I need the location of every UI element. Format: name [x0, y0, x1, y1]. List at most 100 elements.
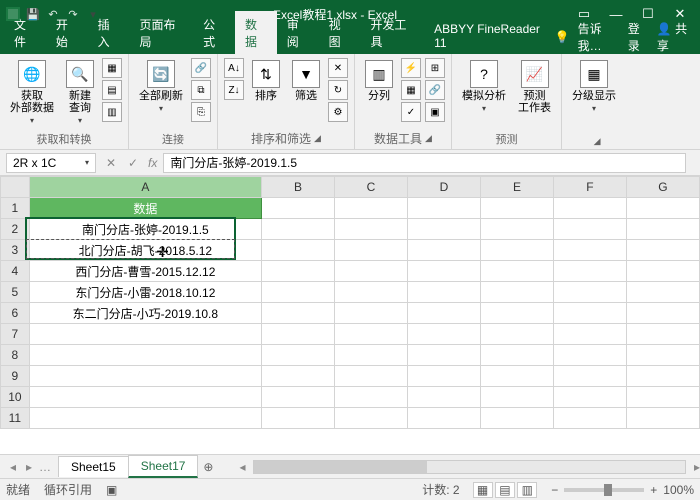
- col-header[interactable]: D: [407, 177, 480, 198]
- cell[interactable]: [480, 387, 553, 408]
- cell[interactable]: [480, 219, 553, 240]
- cell[interactable]: [480, 261, 553, 282]
- show-queries-icon[interactable]: ▦: [102, 58, 122, 78]
- normal-view-icon[interactable]: ▦: [473, 482, 493, 498]
- forecast-sheet-button[interactable]: 📈预测 工作表: [514, 58, 555, 116]
- tab-data[interactable]: 数据: [235, 11, 277, 54]
- cell[interactable]: [262, 240, 335, 261]
- cell[interactable]: [480, 324, 553, 345]
- row-header[interactable]: 2: [1, 219, 30, 240]
- cell[interactable]: [553, 387, 626, 408]
- dialog-launcher-icon[interactable]: ◢: [425, 133, 432, 144]
- cell[interactable]: [334, 261, 407, 282]
- properties-icon[interactable]: ⧉: [191, 80, 211, 100]
- dialog-launcher-icon[interactable]: ◢: [594, 136, 601, 147]
- cells-grid[interactable]: ABCDEFG1数据2南门分店-张婷-2019.1.53北门分店-胡飞-2018…: [0, 176, 700, 429]
- cell[interactable]: [29, 387, 261, 408]
- cell[interactable]: 西门分店-曹雪-2015.12.12: [29, 261, 261, 282]
- hscroll-right-icon[interactable]: ▸: [694, 460, 700, 474]
- save-icon[interactable]: 💾: [24, 5, 42, 23]
- cell[interactable]: [334, 303, 407, 324]
- col-header[interactable]: C: [334, 177, 407, 198]
- cell[interactable]: [262, 387, 335, 408]
- text-to-columns-button[interactable]: ▥分列: [361, 58, 397, 104]
- connections-icon[interactable]: 🔗: [191, 58, 211, 78]
- col-header[interactable]: F: [553, 177, 626, 198]
- cell[interactable]: [626, 261, 699, 282]
- zoom-in-icon[interactable]: +: [650, 483, 657, 497]
- cell[interactable]: [334, 408, 407, 429]
- cell[interactable]: [553, 408, 626, 429]
- tab-view[interactable]: 视图: [319, 11, 361, 54]
- cell[interactable]: [262, 219, 335, 240]
- zoom-value[interactable]: 100%: [663, 483, 694, 497]
- get-external-data-button[interactable]: 🌐获取 外部数据▾: [6, 58, 58, 127]
- refresh-all-button[interactable]: 🔄全部刷新▾: [135, 58, 187, 115]
- row-header[interactable]: 8: [1, 345, 30, 366]
- dialog-launcher-icon[interactable]: ◢: [314, 133, 321, 144]
- hscroll-left-icon[interactable]: ◂: [239, 460, 245, 474]
- cell[interactable]: [334, 345, 407, 366]
- cell[interactable]: [553, 219, 626, 240]
- cell[interactable]: [626, 324, 699, 345]
- zoom-slider[interactable]: [564, 488, 644, 492]
- sort-button[interactable]: ⇅排序: [248, 58, 284, 104]
- relationships-icon[interactable]: 🔗: [425, 80, 445, 100]
- col-header[interactable]: B: [262, 177, 335, 198]
- cell[interactable]: 北门分店-胡飞-2018.5.12: [29, 240, 261, 261]
- cell[interactable]: 东二门分店-小巧-2019.10.8: [29, 303, 261, 324]
- cell[interactable]: [626, 240, 699, 261]
- sign-in[interactable]: 登录: [628, 20, 649, 54]
- row-header[interactable]: 7: [1, 324, 30, 345]
- select-all[interactable]: [1, 177, 30, 198]
- cell[interactable]: [407, 240, 480, 261]
- cell[interactable]: [29, 366, 261, 387]
- name-box[interactable]: 2R x 1C▾: [6, 153, 96, 173]
- cell[interactable]: [262, 282, 335, 303]
- cell[interactable]: [262, 345, 335, 366]
- cell[interactable]: [626, 408, 699, 429]
- col-header[interactable]: G: [626, 177, 699, 198]
- sheet-tab[interactable]: Sheet17: [128, 455, 199, 478]
- from-table-icon[interactable]: ▤: [102, 80, 122, 100]
- cell[interactable]: [407, 324, 480, 345]
- cell[interactable]: [480, 345, 553, 366]
- recent-sources-icon[interactable]: ▥: [102, 102, 122, 122]
- row-header[interactable]: 1: [1, 198, 30, 219]
- cell[interactable]: [334, 219, 407, 240]
- row-header[interactable]: 3: [1, 240, 30, 261]
- cell[interactable]: [262, 408, 335, 429]
- sheet-more-icon[interactable]: …: [38, 460, 52, 474]
- tab-layout[interactable]: 页面布局: [129, 11, 193, 54]
- record-macro-icon[interactable]: ▣: [106, 483, 117, 497]
- cell[interactable]: [407, 198, 480, 219]
- share-button[interactable]: 👤 共享: [657, 20, 694, 54]
- row-header[interactable]: 6: [1, 303, 30, 324]
- cell[interactable]: [480, 408, 553, 429]
- edit-links-icon[interactable]: ⎘: [191, 102, 211, 122]
- cell[interactable]: [480, 366, 553, 387]
- consolidate-icon[interactable]: ⊞: [425, 58, 445, 78]
- cell[interactable]: [553, 198, 626, 219]
- cell[interactable]: [480, 240, 553, 261]
- cell[interactable]: [626, 282, 699, 303]
- tab-formulas[interactable]: 公式: [193, 11, 235, 54]
- cell[interactable]: [480, 303, 553, 324]
- advanced-icon[interactable]: ⚙: [328, 102, 348, 122]
- cell[interactable]: [262, 366, 335, 387]
- cell[interactable]: [480, 282, 553, 303]
- data-valid-icon[interactable]: ✓: [401, 102, 421, 122]
- page-layout-icon[interactable]: ▤: [495, 482, 515, 498]
- cell[interactable]: [407, 387, 480, 408]
- cell[interactable]: [626, 198, 699, 219]
- cell[interactable]: [407, 366, 480, 387]
- cell[interactable]: [626, 366, 699, 387]
- cell[interactable]: [334, 324, 407, 345]
- cell[interactable]: [29, 408, 261, 429]
- cell[interactable]: [407, 261, 480, 282]
- cell[interactable]: [553, 366, 626, 387]
- page-break-icon[interactable]: ▥: [517, 482, 537, 498]
- tab-developer[interactable]: 开发工具: [360, 11, 424, 54]
- cell[interactable]: [262, 303, 335, 324]
- sheet-first-icon[interactable]: ◂: [6, 460, 20, 474]
